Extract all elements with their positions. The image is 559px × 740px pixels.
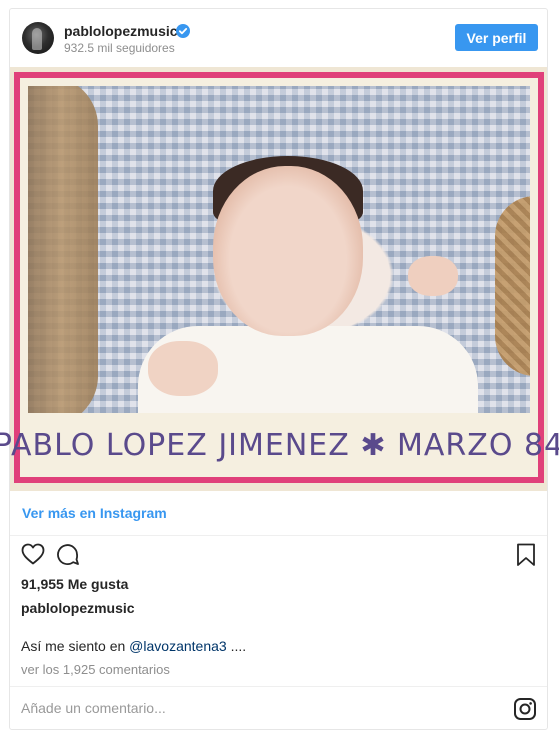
avatar-figure [32,28,42,50]
photo-handwritten-caption: PABLO LOPEZ JIMENEZ ✱ MARZO 84 [0,427,559,463]
heart-icon[interactable] [21,543,45,565]
basket-edge-right [495,196,530,376]
baby-hand-right [408,256,458,296]
add-comment-bar [10,686,547,730]
caption-ellipsis: .... [226,638,247,654]
photo-frame: PABLO LOPEZ JIMENEZ ✱ MARZO 84 [0,72,559,483]
baby-hand-left [148,341,218,396]
post-actions [10,537,547,573]
instagram-embed-card: pablolopezmusic 932.5 mil seguidores Ver… [0,8,559,730]
basket-edge-left [28,86,98,413]
bookmark-icon[interactable] [516,543,536,567]
verified-badge-icon [176,24,190,38]
view-more-on-instagram-link[interactable]: Ver más en Instagram [22,505,167,521]
post-caption: Así me siento en @lavozantena3 .... [21,638,246,654]
followers-count: 932.5 mil seguidores [64,41,175,55]
caption-mention-link[interactable]: @lavozantena3 [129,638,227,654]
post-owner-username[interactable]: pablolopezmusic [21,600,135,616]
instagram-logo-icon[interactable] [513,697,537,721]
likes-count[interactable]: 91,955 Me gusta [21,576,128,592]
view-profile-button[interactable]: Ver perfil [455,24,538,51]
username[interactable]: pablolopezmusic [64,23,178,39]
post-photo[interactable]: PABLO LOPEZ JIMENEZ ✱ MARZO 84 [0,67,559,491]
view-more-section: Ver más en Instagram [10,491,547,536]
caption-text: Así me siento en [21,638,130,654]
baby-face [213,166,363,336]
view-comments-link[interactable]: ver los 1,925 comentarios [21,662,170,677]
avatar[interactable] [22,22,54,54]
baby-picture [28,86,530,413]
comment-icon[interactable] [56,543,80,567]
add-comment-input[interactable] [21,700,461,716]
post-header: pablolopezmusic 932.5 mil seguidores Ver… [10,9,547,67]
